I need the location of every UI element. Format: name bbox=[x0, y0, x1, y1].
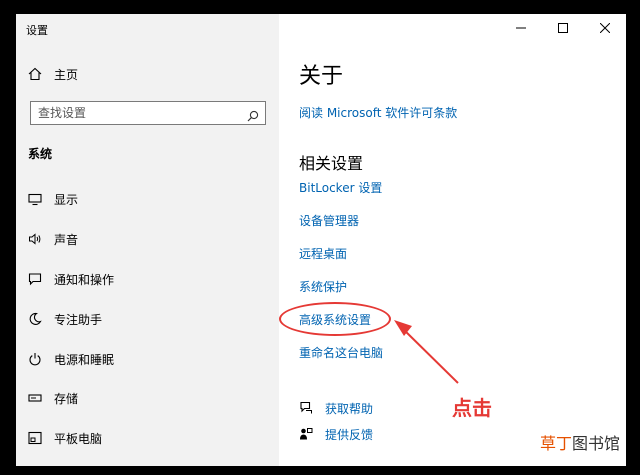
page-title: 关于 bbox=[299, 64, 344, 89]
get-help-label: 获取帮助 bbox=[325, 401, 374, 416]
maximize-button[interactable] bbox=[542, 14, 584, 42]
search-input[interactable] bbox=[31, 102, 241, 124]
power-icon bbox=[28, 352, 42, 366]
help-chat-icon bbox=[299, 401, 313, 415]
watermark: 草丁图书馆 bbox=[540, 430, 620, 454]
sidebar-item-label: 显示 bbox=[54, 192, 79, 207]
minimize-icon bbox=[516, 27, 526, 29]
nav-home-label: 主页 bbox=[54, 67, 79, 82]
sidebar-item-label: 平板电脑 bbox=[54, 431, 103, 446]
sidebar-item-power[interactable]: 电源和睡眠 bbox=[16, 345, 279, 373]
app-title: 设置 bbox=[26, 24, 48, 37]
nav-home[interactable]: 主页 bbox=[16, 60, 279, 88]
sidebar-item-sound[interactable]: 声音 bbox=[16, 225, 279, 253]
speaker-icon bbox=[28, 232, 42, 246]
sidebar-item-tablet[interactable]: 平板电脑 bbox=[16, 424, 279, 452]
minimize-button[interactable] bbox=[500, 14, 542, 42]
sidebar-item-label: 专注助手 bbox=[54, 312, 103, 327]
related-settings-heading: 相关设置 bbox=[299, 154, 364, 173]
watermark-accent: 草丁 bbox=[540, 434, 573, 453]
feedback-icon bbox=[299, 427, 313, 441]
sidebar-item-focus-assist[interactable]: 专注助手 bbox=[16, 305, 279, 333]
license-link[interactable]: 阅读 Microsoft 软件许可条款 bbox=[299, 104, 457, 121]
display-icon bbox=[28, 192, 42, 206]
tablet-icon bbox=[28, 431, 42, 445]
sidebar-item-storage[interactable]: 存储 bbox=[16, 384, 279, 412]
rename-pc-link[interactable]: 重命名这台电脑 bbox=[299, 344, 383, 361]
notification-icon bbox=[28, 272, 42, 286]
sidebar-item-display[interactable]: 显示 bbox=[16, 185, 279, 213]
sidebar-item-notifications[interactable]: 通知和操作 bbox=[16, 265, 279, 293]
search-box bbox=[30, 101, 266, 125]
sidebar: 设置 主页 系统 显示 声音 bbox=[16, 14, 279, 466]
watermark-rest: 图书馆 bbox=[572, 434, 621, 453]
storage-icon bbox=[28, 391, 42, 405]
settings-window: 设置 主页 系统 显示 声音 bbox=[16, 14, 626, 466]
click-annotation: 点击 bbox=[452, 396, 492, 420]
home-icon bbox=[28, 67, 42, 81]
search-icon[interactable] bbox=[247, 107, 259, 122]
sidebar-item-label: 通知和操作 bbox=[54, 272, 115, 287]
sidebar-item-label: 存储 bbox=[54, 391, 79, 406]
feedback-row[interactable]: 提供反馈 bbox=[299, 425, 373, 443]
close-button[interactable] bbox=[584, 14, 626, 42]
moon-icon bbox=[28, 312, 42, 326]
system-protection-link[interactable]: 系统保护 bbox=[299, 278, 347, 295]
close-icon bbox=[600, 23, 610, 33]
section-title: 系统 bbox=[28, 147, 53, 161]
bitlocker-link[interactable]: BitLocker 设置 bbox=[299, 179, 382, 196]
get-help-row[interactable]: 获取帮助 bbox=[299, 399, 373, 417]
maximize-icon bbox=[558, 23, 568, 33]
remote-desktop-link[interactable]: 远程桌面 bbox=[299, 245, 347, 262]
sidebar-item-label: 电源和睡眠 bbox=[54, 352, 115, 367]
sidebar-item-label: 声音 bbox=[54, 232, 79, 247]
highlight-ellipse bbox=[279, 302, 391, 336]
feedback-label: 提供反馈 bbox=[325, 427, 374, 442]
device-manager-link[interactable]: 设备管理器 bbox=[299, 212, 359, 229]
